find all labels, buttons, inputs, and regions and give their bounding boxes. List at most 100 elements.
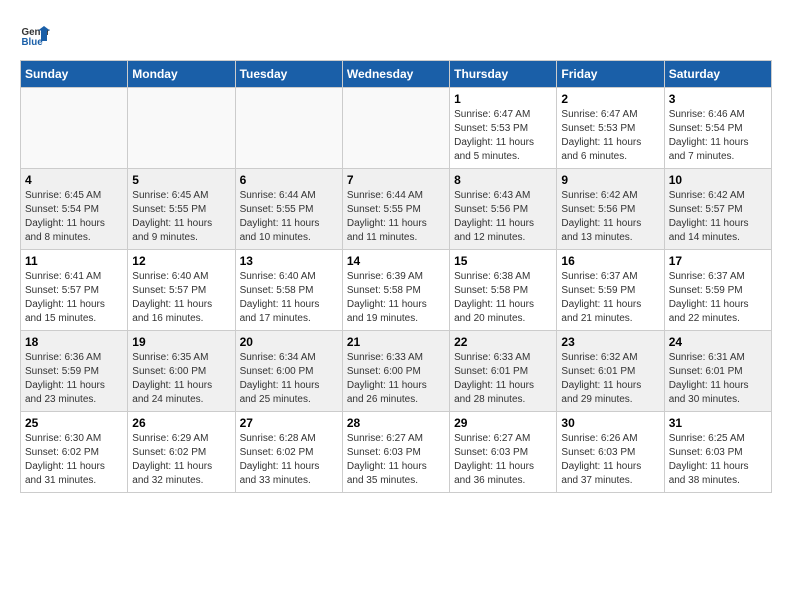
calendar-day-cell: 25Sunrise: 6:30 AMSunset: 6:02 PMDayligh…: [21, 412, 128, 493]
day-info: Sunrise: 6:40 AMSunset: 5:58 PMDaylight:…: [240, 270, 338, 326]
day-info: Sunrise: 6:42 AMSunset: 5:57 PMDaylight:…: [669, 189, 767, 245]
day-number: 7: [347, 173, 445, 187]
day-of-week-header: Thursday: [450, 61, 557, 88]
day-number: 8: [454, 173, 552, 187]
day-info: Sunrise: 6:44 AMSunset: 5:55 PMDaylight:…: [347, 189, 445, 245]
day-number: 20: [240, 335, 338, 349]
calendar-day-cell: 10 Sunrise: 6:42 AMSunset: 5:57 PMDayligh…: [664, 169, 771, 250]
day-info: Sunrise: 6:45 AMSunset: 5:54 PMDaylight:…: [25, 189, 123, 245]
calendar-day-cell: 13 Sunrise: 6:40 AMSunset: 5:58 PMDayligh…: [235, 250, 342, 331]
calendar-table: SundayMondayTuesdayWednesdayThursdayFrid…: [20, 60, 772, 493]
day-number: 12: [132, 254, 230, 268]
calendar-day-cell: 20Sunrise: 6:34 AMSunset: 6:00 PMDayligh…: [235, 331, 342, 412]
day-number: 17: [669, 254, 767, 268]
calendar-day-cell: 2Sunrise: 6:47 AMSunset: 5:53 PMDaylight…: [557, 88, 664, 169]
day-info: Sunrise: 6:47 AMSunset: 5:53 PMDaylight:…: [454, 108, 552, 164]
day-of-week-header: Wednesday: [342, 61, 449, 88]
calendar-day-cell: [235, 88, 342, 169]
day-info: Sunrise: 6:40 AMSunset: 5:57 PMDaylight:…: [132, 270, 230, 326]
calendar-day-cell: 12 Sunrise: 6:40 AMSunset: 5:57 PMDayligh…: [128, 250, 235, 331]
day-number: 10: [669, 173, 767, 187]
day-number: 22: [454, 335, 552, 349]
day-number: 15: [454, 254, 552, 268]
day-number: 13: [240, 254, 338, 268]
day-info: Sunrise: 6:32 AMSunset: 6:01 PMDaylight:…: [561, 351, 659, 407]
calendar-week-row: 18Sunrise: 6:36 AMSunset: 5:59 PMDayligh…: [21, 331, 772, 412]
calendar-day-cell: [21, 88, 128, 169]
day-of-week-header: Tuesday: [235, 61, 342, 88]
calendar-day-cell: 9 Sunrise: 6:42 AMSunset: 5:56 PMDaylight…: [557, 169, 664, 250]
day-info: Sunrise: 6:27 AMSunset: 6:03 PMDaylight:…: [347, 432, 445, 488]
calendar-day-cell: 23 Sunrise: 6:32 AMSunset: 6:01 PMDayligh…: [557, 331, 664, 412]
calendar-day-cell: [128, 88, 235, 169]
calendar-day-cell: 18Sunrise: 6:36 AMSunset: 5:59 PMDayligh…: [21, 331, 128, 412]
calendar-day-cell: 22Sunrise: 6:33 AMSunset: 6:01 PMDayligh…: [450, 331, 557, 412]
day-info: Sunrise: 6:42 AMSunset: 5:56 PMDaylight:…: [561, 189, 659, 245]
day-number: 19: [132, 335, 230, 349]
calendar-day-cell: 3 Sunrise: 6:46 AMSunset: 5:54 PMDaylight…: [664, 88, 771, 169]
calendar-week-row: 1 Sunrise: 6:47 AMSunset: 5:53 PMDaylight…: [21, 88, 772, 169]
day-info: Sunrise: 6:35 AMSunset: 6:00 PMDaylight:…: [132, 351, 230, 407]
calendar-day-cell: 26 Sunrise: 6:29 AMSunset: 6:02 PMDayligh…: [128, 412, 235, 493]
day-number: 26: [132, 416, 230, 430]
calendar-day-cell: 29Sunrise: 6:27 AMSunset: 6:03 PMDayligh…: [450, 412, 557, 493]
day-info: Sunrise: 6:46 AMSunset: 5:54 PMDaylight:…: [669, 108, 767, 164]
day-info: Sunrise: 6:37 AMSunset: 5:59 PMDaylight:…: [561, 270, 659, 326]
day-info: Sunrise: 6:26 AMSunset: 6:03 PMDaylight:…: [561, 432, 659, 488]
day-number: 9: [561, 173, 659, 187]
day-info: Sunrise: 6:44 AMSunset: 5:55 PMDaylight:…: [240, 189, 338, 245]
day-of-week-header: Saturday: [664, 61, 771, 88]
logo-icon: General Blue: [20, 20, 50, 50]
calendar-day-cell: [342, 88, 449, 169]
day-info: Sunrise: 6:37 AMSunset: 5:59 PMDaylight:…: [669, 270, 767, 326]
day-info: Sunrise: 6:33 AMSunset: 6:00 PMDaylight:…: [347, 351, 445, 407]
day-number: 30: [561, 416, 659, 430]
calendar-day-cell: 28 Sunrise: 6:27 AMSunset: 6:03 PMDayligh…: [342, 412, 449, 493]
day-number: 4: [25, 173, 123, 187]
day-info: Sunrise: 6:27 AMSunset: 6:03 PMDaylight:…: [454, 432, 552, 488]
calendar-day-cell: 19 Sunrise: 6:35 AMSunset: 6:00 PMDayligh…: [128, 331, 235, 412]
day-number: 6: [240, 173, 338, 187]
calendar-week-row: 11Sunrise: 6:41 AMSunset: 5:57 PMDayligh…: [21, 250, 772, 331]
day-info: Sunrise: 6:43 AMSunset: 5:56 PMDaylight:…: [454, 189, 552, 245]
calendar-day-cell: 27 Sunrise: 6:28 AMSunset: 6:02 PMDayligh…: [235, 412, 342, 493]
calendar-day-cell: 8 Sunrise: 6:43 AMSunset: 5:56 PMDaylight…: [450, 169, 557, 250]
day-number: 28: [347, 416, 445, 430]
day-number: 24: [669, 335, 767, 349]
day-info: Sunrise: 6:31 AMSunset: 6:01 PMDaylight:…: [669, 351, 767, 407]
calendar-week-row: 4 Sunrise: 6:45 AMSunset: 5:54 PMDaylight…: [21, 169, 772, 250]
calendar-day-cell: 14 Sunrise: 6:39 AMSunset: 5:58 PMDayligh…: [342, 250, 449, 331]
day-number: 16: [561, 254, 659, 268]
calendar-header-row: SundayMondayTuesdayWednesdayThursdayFrid…: [21, 61, 772, 88]
calendar-day-cell: 31Sunrise: 6:25 AMSunset: 6:03 PMDayligh…: [664, 412, 771, 493]
calendar-day-cell: 6 Sunrise: 6:44 AMSunset: 5:55 PMDaylight…: [235, 169, 342, 250]
day-of-week-header: Monday: [128, 61, 235, 88]
day-info: Sunrise: 6:45 AMSunset: 5:55 PMDaylight:…: [132, 189, 230, 245]
day-info: Sunrise: 6:30 AMSunset: 6:02 PMDaylight:…: [25, 432, 123, 488]
day-number: 3: [669, 92, 767, 106]
day-of-week-header: Friday: [557, 61, 664, 88]
day-number: 14: [347, 254, 445, 268]
day-number: 21: [347, 335, 445, 349]
day-number: 27: [240, 416, 338, 430]
calendar-day-cell: 7 Sunrise: 6:44 AMSunset: 5:55 PMDaylight…: [342, 169, 449, 250]
calendar-day-cell: 30 Sunrise: 6:26 AMSunset: 6:03 PMDayligh…: [557, 412, 664, 493]
svg-text:Blue: Blue: [22, 37, 44, 48]
calendar-day-cell: 21 Sunrise: 6:33 AMSunset: 6:00 PMDayligh…: [342, 331, 449, 412]
day-of-week-header: Sunday: [21, 61, 128, 88]
day-number: 18: [25, 335, 123, 349]
day-number: 5: [132, 173, 230, 187]
calendar-day-cell: 4 Sunrise: 6:45 AMSunset: 5:54 PMDaylight…: [21, 169, 128, 250]
calendar-day-cell: 5 Sunrise: 6:45 AMSunset: 5:55 PMDaylight…: [128, 169, 235, 250]
day-info: Sunrise: 6:41 AMSunset: 5:57 PMDaylight:…: [25, 270, 123, 326]
logo: General Blue: [20, 20, 50, 50]
day-number: 23: [561, 335, 659, 349]
day-number: 2: [561, 92, 659, 106]
calendar-day-cell: 17 Sunrise: 6:37 AMSunset: 5:59 PMDayligh…: [664, 250, 771, 331]
calendar-day-cell: 15Sunrise: 6:38 AMSunset: 5:58 PMDayligh…: [450, 250, 557, 331]
day-info: Sunrise: 6:28 AMSunset: 6:02 PMDaylight:…: [240, 432, 338, 488]
calendar-day-cell: 24 Sunrise: 6:31 AMSunset: 6:01 PMDayligh…: [664, 331, 771, 412]
day-number: 1: [454, 92, 552, 106]
day-info: Sunrise: 6:39 AMSunset: 5:58 PMDaylight:…: [347, 270, 445, 326]
day-info: Sunrise: 6:29 AMSunset: 6:02 PMDaylight:…: [132, 432, 230, 488]
